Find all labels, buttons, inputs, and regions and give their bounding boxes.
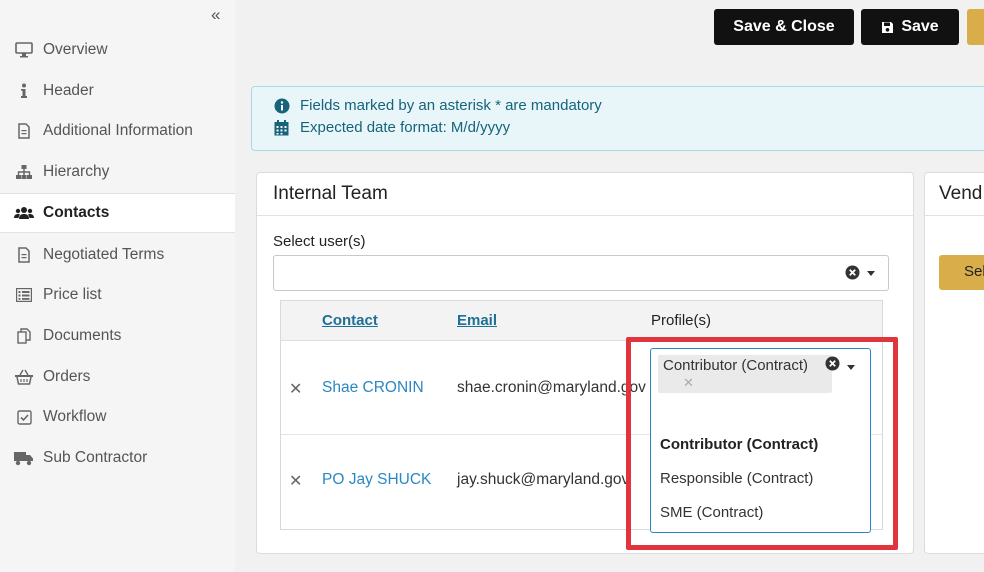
sidebar-item-orders[interactable]: Orders	[0, 357, 235, 397]
sidebar-item-label: Overview	[43, 41, 108, 58]
sidebar: « Overview Header Additional Information…	[0, 0, 235, 572]
save-and-close-label: Save & Close	[733, 18, 835, 35]
vendor-panel: Vend Sel	[924, 172, 984, 554]
checkbox-icon	[14, 407, 34, 427]
sidebar-item-label: Workflow	[43, 408, 107, 425]
sitemap-icon	[14, 162, 34, 182]
sidebar-item-overview[interactable]: Overview	[0, 30, 235, 70]
panel-title: Internal Team	[273, 183, 388, 204]
profile-options-menu: Contributor (Contract) Responsible (Cont…	[650, 428, 871, 533]
selected-profile-tag: Contributor (Contract) ✕	[658, 355, 832, 393]
date-format-text: Expected date format: M/d/yyyy	[300, 119, 511, 136]
remove-row-icon[interactable]: ✕	[289, 471, 302, 491]
remove-tag-icon[interactable]: ✕	[683, 375, 694, 391]
sidebar-item-negotiated-terms[interactable]: Negotiated Terms	[0, 235, 235, 275]
mandatory-text: Fields marked by an asterisk * are manda…	[300, 97, 602, 114]
sidebar-item-additional-information[interactable]: Additional Information	[0, 111, 235, 151]
more-actions-button[interactable]	[967, 9, 984, 45]
mandatory-note: Fields marked by an asterisk * are manda…	[274, 97, 602, 114]
contact-email: jay.shuck@maryland.gov	[457, 471, 630, 488]
contact-email: shae.cronin@maryland.gov	[457, 379, 646, 396]
remove-row-icon[interactable]: ✕	[289, 379, 302, 399]
sidebar-item-header[interactable]: Header	[0, 71, 235, 111]
basket-icon	[14, 367, 34, 387]
table-header: Contact Email Profile(s)	[281, 301, 882, 341]
selected-profile-label: Contributor (Contract)	[663, 357, 809, 374]
chevron-down-icon[interactable]	[867, 271, 875, 276]
collapse-sidebar-button[interactable]: «	[211, 5, 221, 25]
date-format-note: Expected date format: M/d/yyyy	[274, 119, 510, 136]
save-button[interactable]: Save	[861, 9, 959, 45]
sidebar-item-label: Documents	[43, 327, 122, 344]
profile-option-sme[interactable]: SME (Contract)	[660, 504, 763, 521]
panel-title: Vend	[939, 183, 983, 204]
sidebar-item-label: Price list	[43, 286, 102, 303]
sidebar-item-label: Hierarchy	[43, 163, 110, 180]
document-icon	[14, 245, 34, 265]
info-icon	[14, 81, 34, 101]
sidebar-item-label: Orders	[43, 368, 91, 385]
info-box: Fields marked by an asterisk * are manda…	[251, 86, 984, 151]
truck-icon	[14, 448, 34, 468]
save-and-close-button[interactable]: Save & Close	[714, 9, 854, 45]
sidebar-item-label: Additional Information	[43, 122, 193, 139]
save-label: Save	[901, 18, 939, 35]
sidebar-item-hierarchy[interactable]: Hierarchy	[0, 152, 235, 192]
sidebar-item-contacts[interactable]: Contacts	[0, 193, 235, 233]
sidebar-item-label: Negotiated Terms	[43, 246, 165, 263]
sidebar-item-sub-contractor[interactable]: Sub Contractor	[0, 438, 235, 478]
sidebar-item-workflow[interactable]: Workflow	[0, 397, 235, 437]
column-header-email[interactable]: Email	[457, 312, 497, 329]
divider	[925, 215, 984, 216]
select-vendor-button[interactable]: Sel	[939, 255, 984, 290]
column-header-profiles: Profile(s)	[651, 312, 712, 329]
users-icon	[14, 203, 34, 223]
divider	[257, 215, 913, 216]
contact-name-link[interactable]: Shae CRONIN	[322, 379, 424, 397]
contact-name-link[interactable]: PO Jay SHUCK	[322, 471, 431, 489]
clear-icon[interactable]	[825, 356, 840, 376]
profile-option-contributor[interactable]: Contributor (Contract)	[660, 436, 818, 453]
info-circle-icon	[274, 98, 292, 114]
sidebar-item-documents[interactable]: Documents	[0, 316, 235, 356]
select-users-input[interactable]	[273, 255, 889, 291]
list-icon	[14, 285, 34, 305]
sidebar-item-price-list[interactable]: Price list	[0, 275, 235, 315]
save-icon	[881, 21, 894, 34]
column-header-contact[interactable]: Contact	[322, 312, 378, 329]
clear-icon[interactable]	[845, 265, 860, 285]
profile-select[interactable]: Contributor (Contract) ✕	[650, 348, 871, 429]
sidebar-item-label: Sub Contractor	[43, 449, 148, 466]
sidebar-item-label: Contacts	[43, 204, 110, 221]
chevron-down-icon[interactable]	[847, 365, 855, 370]
calendar-icon	[274, 119, 292, 136]
document-icon	[14, 121, 34, 141]
monitor-icon	[14, 40, 34, 60]
select-users-label: Select user(s)	[273, 233, 366, 250]
sidebar-item-label: Header	[43, 82, 94, 99]
profile-option-responsible[interactable]: Responsible (Contract)	[660, 470, 813, 487]
copy-icon	[14, 326, 34, 346]
